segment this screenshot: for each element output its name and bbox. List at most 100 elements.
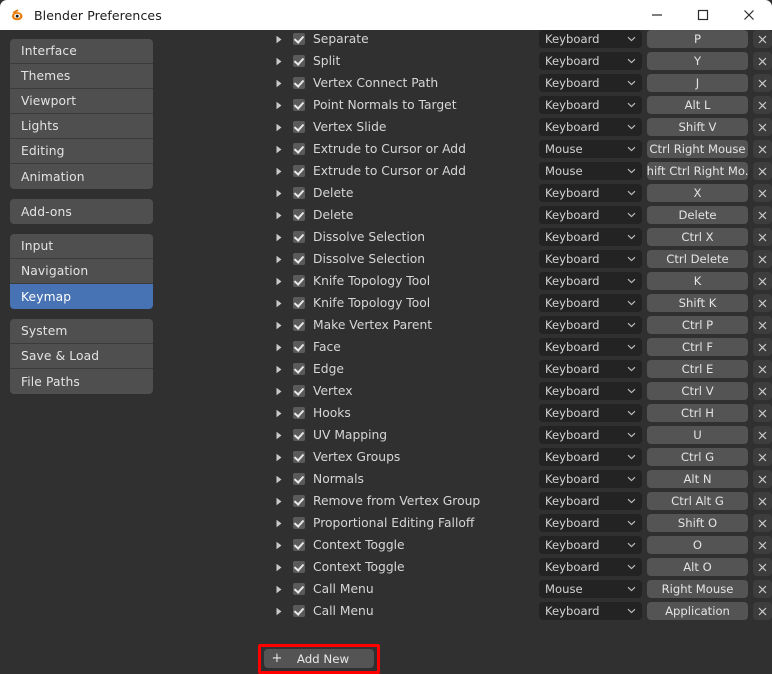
map-type-dropdown[interactable]: Keyboard (539, 118, 642, 136)
remove-keymap-item-button[interactable] (753, 514, 772, 532)
key-binding-field[interactable]: Shift Ctrl Right Mo... (647, 162, 748, 180)
add-new-button[interactable]: + Add New (264, 649, 374, 668)
key-binding-field[interactable]: Ctrl G (647, 448, 748, 466)
keymap-row[interactable]: Face Keyboard Ctrl F (265, 336, 772, 358)
expand-triangle-icon[interactable] (270, 233, 288, 242)
remove-keymap-item-button[interactable] (753, 558, 772, 576)
keymap-enable-checkbox[interactable] (293, 297, 305, 309)
keymap-row[interactable]: Extrude to Cursor or Add Mouse Ctrl Right … (265, 138, 772, 160)
map-type-dropdown[interactable]: Keyboard (539, 448, 642, 466)
expand-triangle-icon[interactable] (270, 321, 288, 330)
remove-keymap-item-button[interactable] (753, 30, 772, 48)
remove-keymap-item-button[interactable] (753, 360, 772, 378)
keymap-row[interactable]: Vertex Connect Path Keyboard J (265, 72, 772, 94)
expand-triangle-icon[interactable] (270, 497, 288, 506)
keymap-enable-checkbox[interactable] (293, 517, 305, 529)
keymap-row[interactable]: Remove from Vertex Group Keyboard Ctrl Alt… (265, 490, 772, 512)
remove-keymap-item-button[interactable] (753, 470, 772, 488)
map-type-dropdown[interactable]: Keyboard (539, 52, 642, 70)
expand-triangle-icon[interactable] (270, 167, 288, 176)
keymap-enable-checkbox[interactable] (293, 473, 305, 485)
map-type-dropdown[interactable]: Keyboard (539, 514, 642, 532)
remove-keymap-item-button[interactable] (753, 184, 772, 202)
map-type-dropdown[interactable]: Keyboard (539, 382, 642, 400)
key-binding-field[interactable]: Alt L (647, 96, 748, 114)
keymap-enable-checkbox[interactable] (293, 363, 305, 375)
expand-triangle-icon[interactable] (270, 365, 288, 374)
map-type-dropdown[interactable]: Keyboard (539, 96, 642, 114)
expand-triangle-icon[interactable] (270, 607, 288, 616)
map-type-dropdown[interactable]: Keyboard (539, 492, 642, 510)
expand-triangle-icon[interactable] (270, 101, 288, 110)
keymap-row[interactable]: Hooks Keyboard Ctrl H (265, 402, 772, 424)
keymap-enable-checkbox[interactable] (293, 77, 305, 89)
key-binding-field[interactable]: Alt O (647, 558, 748, 576)
keymap-row[interactable]: Delete Keyboard Delete (265, 204, 772, 226)
keymap-enable-checkbox[interactable] (293, 143, 305, 155)
keymap-enable-checkbox[interactable] (293, 429, 305, 441)
keymap-enable-checkbox[interactable] (293, 33, 305, 45)
keymap-enable-checkbox[interactable] (293, 319, 305, 331)
key-binding-field[interactable]: K (647, 272, 748, 290)
keymap-row[interactable]: Context Toggle Keyboard Alt O (265, 556, 772, 578)
remove-keymap-item-button[interactable] (753, 404, 772, 422)
keymap-enable-checkbox[interactable] (293, 121, 305, 133)
keymap-row[interactable]: UV Mapping Keyboard U (265, 424, 772, 446)
keymap-row[interactable]: Extrude to Cursor or Add Mouse Shift Ctrl … (265, 160, 772, 182)
sidebar-item-add-ons[interactable]: Add-ons (10, 199, 153, 224)
remove-keymap-item-button[interactable] (753, 162, 772, 180)
remove-keymap-item-button[interactable] (753, 426, 772, 444)
map-type-dropdown[interactable]: Mouse (539, 580, 642, 598)
expand-triangle-icon[interactable] (270, 453, 288, 462)
map-type-dropdown[interactable]: Keyboard (539, 206, 642, 224)
keymap-enable-checkbox[interactable] (293, 253, 305, 265)
map-type-dropdown[interactable]: Keyboard (539, 272, 642, 290)
remove-keymap-item-button[interactable] (753, 52, 772, 70)
key-binding-field[interactable]: P (647, 30, 748, 48)
key-binding-field[interactable]: Ctrl V (647, 382, 748, 400)
remove-keymap-item-button[interactable] (753, 382, 772, 400)
key-binding-field[interactable]: Ctrl F (647, 338, 748, 356)
expand-triangle-icon[interactable] (270, 35, 288, 44)
map-type-dropdown[interactable]: Keyboard (539, 602, 642, 620)
maximize-button[interactable] (680, 0, 726, 30)
map-type-dropdown[interactable]: Keyboard (539, 338, 642, 356)
key-binding-field[interactable]: Shift O (647, 514, 748, 532)
keymap-enable-checkbox[interactable] (293, 583, 305, 595)
expand-triangle-icon[interactable] (270, 145, 288, 154)
sidebar-item-file-paths[interactable]: File Paths (10, 369, 153, 394)
keymap-enable-checkbox[interactable] (293, 165, 305, 177)
keymap-row[interactable]: Delete Keyboard X (265, 182, 772, 204)
remove-keymap-item-button[interactable] (753, 118, 772, 136)
keymap-row[interactable]: Dissolve Selection Keyboard Ctrl X (265, 226, 772, 248)
expand-triangle-icon[interactable] (270, 123, 288, 132)
keymap-row[interactable]: Dissolve Selection Keyboard Ctrl Delete (265, 248, 772, 270)
remove-keymap-item-button[interactable] (753, 250, 772, 268)
remove-keymap-item-button[interactable] (753, 536, 772, 554)
map-type-dropdown[interactable]: Keyboard (539, 30, 642, 48)
key-binding-field[interactable]: Ctrl E (647, 360, 748, 378)
keymap-enable-checkbox[interactable] (293, 407, 305, 419)
remove-keymap-item-button[interactable] (753, 580, 772, 598)
keymap-enable-checkbox[interactable] (293, 605, 305, 617)
sidebar-item-keymap[interactable]: Keymap (10, 284, 153, 309)
remove-keymap-item-button[interactable] (753, 602, 772, 620)
key-binding-field[interactable]: Shift K (647, 294, 748, 312)
key-binding-field[interactable]: Ctrl Delete (647, 250, 748, 268)
keymap-enable-checkbox[interactable] (293, 99, 305, 111)
map-type-dropdown[interactable]: Mouse (539, 162, 642, 180)
keymap-row[interactable]: Point Normals to Target Keyboard Alt L (265, 94, 772, 116)
map-type-dropdown[interactable]: Keyboard (539, 294, 642, 312)
keymap-enable-checkbox[interactable] (293, 55, 305, 67)
sidebar-item-input[interactable]: Input (10, 234, 153, 259)
sidebar-item-editing[interactable]: Editing (10, 139, 153, 164)
sidebar-item-save-load[interactable]: Save & Load (10, 344, 153, 369)
remove-keymap-item-button[interactable] (753, 316, 772, 334)
key-binding-field[interactable]: Delete (647, 206, 748, 224)
map-type-dropdown[interactable]: Keyboard (539, 470, 642, 488)
key-binding-field[interactable]: Ctrl P (647, 316, 748, 334)
sidebar-item-system[interactable]: System (10, 319, 153, 344)
expand-triangle-icon[interactable] (270, 431, 288, 440)
map-type-dropdown[interactable]: Keyboard (539, 360, 642, 378)
expand-triangle-icon[interactable] (270, 57, 288, 66)
